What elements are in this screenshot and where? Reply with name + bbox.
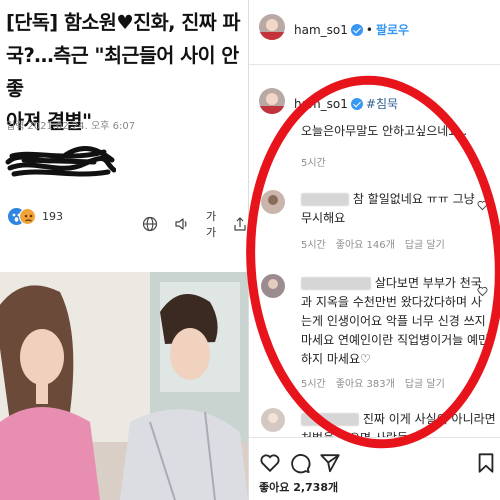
- article-dateline: 입력 2021.02.24. 오후 6:07: [6, 117, 138, 132]
- date-label: 입력: [6, 121, 25, 132]
- separator: •: [365, 22, 373, 37]
- share-icon[interactable]: [232, 216, 248, 232]
- avatar[interactable]: [259, 14, 285, 40]
- comment-1: 참 할일없네요 ㅠㅠ 그냥 무시해요: [301, 190, 481, 228]
- blurred-username: [301, 277, 371, 290]
- comment-avatar[interactable]: [261, 274, 285, 298]
- comment-avatar[interactable]: [261, 190, 285, 214]
- redacted-author-scribble: [5, 145, 116, 177]
- caption-hashtag[interactable]: #침묵: [366, 95, 398, 112]
- post-header: ham_so1 • 팔로우: [294, 21, 409, 38]
- comment-2-meta: 5시간 좋아요 383개 답글 달기: [301, 375, 445, 390]
- username[interactable]: ham_so1: [294, 23, 348, 37]
- caption-verified-badge-icon: [350, 97, 363, 110]
- blurred-username: [301, 413, 359, 426]
- news-article-panel: [단독] 함소원♥진화, 진짜 파 국?…측근 "최근들어 사이 안좋 아져 결…: [0, 0, 248, 500]
- instagram-post-panel: ham_so1 • 팔로우 ham_so1 #침묵 오늘은아무말도 안하고싶으네…: [248, 0, 500, 500]
- reply-button[interactable]: 답글 달기: [405, 236, 445, 251]
- bookmark-icon[interactable]: [475, 452, 497, 474]
- reply-button[interactable]: 답글 달기: [405, 375, 445, 390]
- caption-text: 오늘은아무말도 안하고싶으네요..: [301, 124, 468, 138]
- reaction-count: 193: [42, 210, 63, 223]
- likes-count[interactable]: 좋아요 2,738개: [259, 479, 338, 495]
- article-photo: [0, 272, 248, 500]
- headline-line-1: [단독] 함소원♥진화, 진짜 파: [6, 11, 240, 34]
- comment-likes[interactable]: 좋아요 146개: [336, 236, 395, 251]
- comment-avatar[interactable]: [261, 408, 285, 432]
- verified-badge-icon: [350, 23, 363, 36]
- reaction-summary[interactable]: 193: [8, 208, 63, 225]
- share-paper-plane-icon[interactable]: [319, 452, 341, 474]
- article-toolbar: 가가: [142, 208, 248, 240]
- comment-like-heart-icon[interactable]: [477, 200, 488, 211]
- comment-like-heart-icon[interactable]: [477, 286, 488, 297]
- header-divider: [249, 64, 500, 65]
- date-value: 2021.02.24. 오후 6:07: [27, 121, 136, 132]
- blurred-username: [301, 193, 349, 206]
- speaker-icon[interactable]: [174, 216, 190, 232]
- like-heart-icon[interactable]: [259, 452, 281, 474]
- caption-time: 5시간: [301, 158, 326, 169]
- comment-likes[interactable]: 좋아요 383개: [336, 375, 395, 390]
- follow-button[interactable]: 팔로우: [376, 21, 409, 38]
- comment-time: 5시간: [301, 379, 326, 390]
- comment-bubble-icon[interactable]: [289, 452, 311, 474]
- angry-emoji-icon: [19, 208, 36, 225]
- globe-icon[interactable]: [142, 216, 158, 232]
- caption-username[interactable]: ham_so1: [294, 97, 348, 111]
- headline-line-2: 국?…측근 "최근들어 사이 안좋: [6, 44, 239, 100]
- comment-1-meta: 5시간 좋아요 146개 답글 달기: [301, 236, 445, 251]
- caption-header: ham_so1 #침묵: [294, 95, 398, 112]
- post-action-bar: 좋아요 2,738개: [249, 437, 500, 500]
- font-size-button[interactable]: 가가: [206, 208, 216, 240]
- comment-2: 살다보면 부부가 천국과 지옥을 수천만번 왔다갔다하며 사는게 인생이어요 악…: [301, 274, 491, 369]
- caption-avatar[interactable]: [259, 88, 285, 114]
- comment-time: 5시간: [301, 240, 326, 251]
